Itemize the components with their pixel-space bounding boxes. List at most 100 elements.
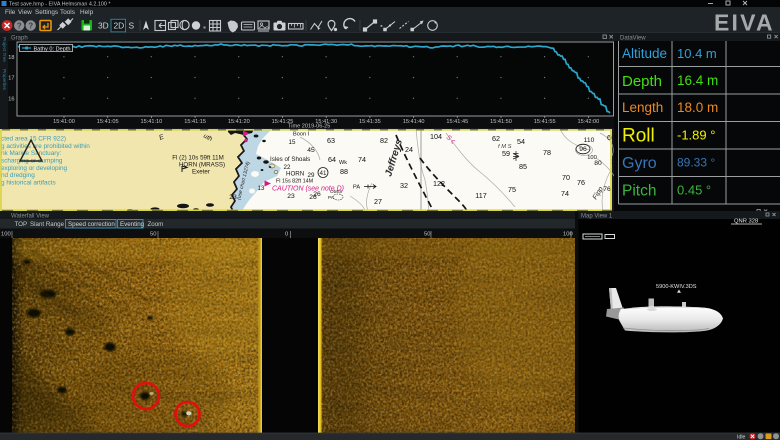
svg-text:29: 29 (308, 172, 315, 179)
svg-text:82: 82 (380, 136, 388, 145)
svg-text:Wk: Wk (339, 160, 347, 166)
svg-text:Map View 1: Map View 1 (581, 213, 613, 219)
svg-text:15: 15 (289, 139, 296, 146)
svg-text:18.0 m: 18.0 m (677, 100, 718, 115)
svg-text:15:41:45: 15:41:45 (446, 119, 468, 125)
svg-text:104: 104 (430, 132, 442, 141)
svg-text:117: 117 (475, 191, 486, 200)
svg-text:S: S (129, 21, 135, 31)
svg-text:76: 76 (577, 178, 585, 187)
svg-text:100: 100 (1, 232, 11, 238)
svg-text:15:41:35: 15:41:35 (359, 119, 381, 125)
svg-text:Slant Range: Slant Range (30, 221, 65, 228)
svg-text:50: 50 (150, 232, 156, 238)
svg-text:Properties: Properties (2, 69, 7, 91)
svg-text:Time 2019-06-25: Time 2019-06-25 (288, 123, 330, 129)
svg-text:Speed correction: Speed correction (68, 221, 115, 228)
svg-text:41: 41 (320, 170, 327, 177)
svg-text:15:41:00: 15:41:00 (53, 119, 75, 125)
svg-text:nd dredging: nd dredging (1, 172, 35, 179)
svg-text:32: 32 (400, 181, 408, 190)
svg-text:15:41:20: 15:41:20 (228, 119, 250, 125)
svg-text:File: File (5, 9, 16, 16)
svg-text:Graph: Graph (11, 35, 28, 41)
svg-text:Altitude: Altitude (622, 46, 667, 61)
svg-text:CAUTION (see note D): CAUTION (see note D) (272, 186, 344, 193)
svg-text:f M S: f M S (498, 144, 512, 150)
svg-text:DataView: DataView (620, 35, 646, 41)
svg-text:62: 62 (492, 134, 500, 143)
svg-text:16.4 m: 16.4 m (677, 73, 718, 88)
svg-text:Depth: Depth (622, 73, 662, 90)
svg-text:10.4 m: 10.4 m (677, 46, 717, 61)
svg-text:Help: Help (80, 9, 94, 16)
svg-text:exploring or developing: exploring or developing (1, 165, 68, 172)
svg-text:26: 26 (309, 194, 317, 201)
svg-text:15:41:10: 15:41:10 (141, 119, 163, 125)
svg-text:Settings: Settings (35, 9, 58, 16)
svg-text:74: 74 (561, 189, 569, 198)
svg-text:75: 75 (508, 185, 516, 194)
svg-text:Boon I: Boon I (293, 132, 310, 138)
svg-text:50: 50 (424, 232, 430, 238)
svg-text:Eventing: Eventing (120, 221, 145, 228)
svg-text:64: 64 (328, 155, 336, 164)
svg-text:Bathy 0: Depth: Bathy 0: Depth (34, 46, 71, 52)
svg-text:Gyro: Gyro (622, 155, 657, 172)
svg-text:70: 70 (562, 173, 570, 182)
svg-text:15:41:40: 15:41:40 (403, 119, 425, 125)
svg-text:-1.89 °: -1.89 ° (677, 128, 715, 143)
svg-text:Pitch: Pitch (622, 182, 656, 199)
svg-text:96: 96 (579, 146, 587, 153)
svg-text:15:41:50: 15:41:50 (490, 119, 512, 125)
svg-text:5900-KWIV.3DS: 5900-KWIV.3DS (656, 284, 697, 290)
svg-text:cted area 15 CFR 922): cted area 15 CFR 922) (1, 136, 66, 143)
svg-text:?: ? (28, 21, 33, 30)
svg-text:3D: 3D (98, 21, 109, 31)
svg-text:Zoom: Zoom (148, 221, 164, 228)
svg-text:g activities are prohibited wi: g activities are prohibited within (1, 143, 90, 150)
svg-text:Fl (2) 10s 59ft 11M: Fl (2) 10s 59ft 11M (172, 155, 223, 162)
svg-text:54: 54 (517, 137, 525, 146)
svg-text:Waterfall View: Waterfall View (11, 213, 50, 219)
svg-text:122: 122 (433, 179, 445, 188)
svg-text:Test save.hmp - EIVA Helmsman: Test save.hmp - EIVA Helmsman 4.2.100 * (9, 2, 111, 8)
svg-text:63: 63 (327, 136, 335, 145)
svg-text:Length: Length (622, 100, 663, 115)
svg-text:nk Marine Sanctuary:: nk Marine Sanctuary: (1, 150, 62, 157)
svg-text:?: ? (17, 21, 22, 30)
svg-text:27: 27 (374, 197, 382, 206)
svg-text:Isles of Shoals: Isles of Shoals (270, 156, 310, 163)
svg-text:78: 78 (543, 148, 551, 157)
svg-text:24: 24 (405, 145, 413, 154)
svg-text:16: 16 (8, 96, 14, 102)
svg-text:45: 45 (307, 147, 315, 154)
svg-text:74: 74 (358, 155, 366, 164)
svg-text:Project Tree: Project Tree (2, 37, 7, 62)
svg-text:g historical artifacts: g historical artifacts (1, 180, 56, 187)
svg-text:88: 88 (340, 167, 348, 176)
svg-text:110: 110 (584, 137, 595, 144)
svg-text:EIVA: EIVA (714, 10, 775, 36)
svg-text:Exeter: Exeter (192, 169, 210, 176)
svg-text:0: 0 (285, 232, 288, 238)
svg-text:Idle: Idle (737, 435, 745, 440)
svg-text:PA: PA (328, 195, 335, 200)
svg-text:13: 13 (258, 185, 265, 192)
svg-text:Roll: Roll (622, 126, 655, 147)
svg-text:HORN: HORN (286, 171, 304, 178)
svg-text:89.33 °: 89.33 ° (677, 156, 715, 170)
svg-text:Tools: Tools (60, 9, 75, 16)
svg-text:23: 23 (287, 193, 295, 200)
svg-text:2D: 2D (114, 21, 125, 31)
svg-text:59: 59 (502, 149, 510, 158)
svg-text:15:41:05: 15:41:05 (97, 119, 119, 125)
svg-text:17: 17 (8, 76, 14, 82)
svg-text:18: 18 (8, 55, 14, 61)
svg-text:22: 22 (284, 164, 291, 171)
svg-text:View: View (18, 9, 32, 16)
svg-text:80: 80 (594, 160, 602, 167)
svg-text:15:41:55: 15:41:55 (534, 119, 556, 125)
svg-text:85: 85 (519, 162, 527, 171)
svg-text:Fl 15s 82ft 14M: Fl 15s 82ft 14M (276, 179, 314, 185)
